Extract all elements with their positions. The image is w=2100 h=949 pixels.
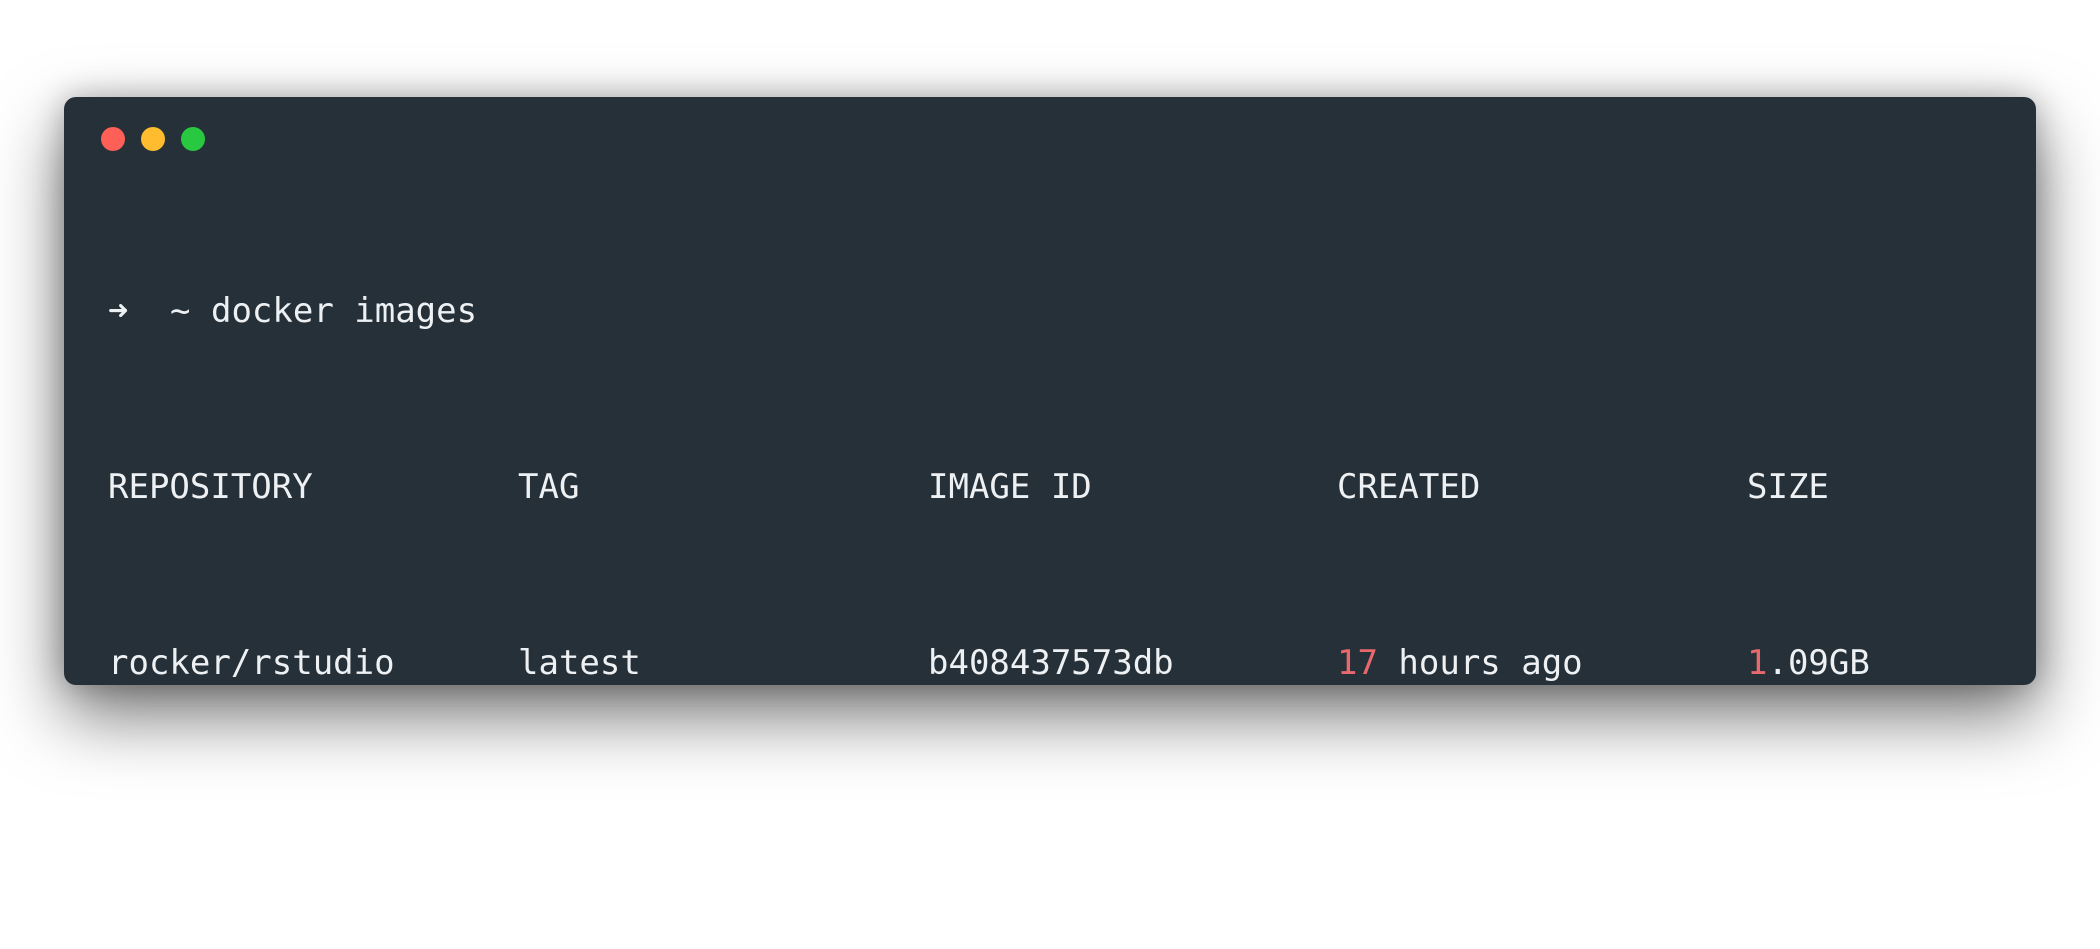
terminal-output[interactable]: ➜ ~ docker images REPOSITORY TAG IMAGE ID… (108, 201, 1992, 773)
size-number: 1 (1747, 643, 1768, 683)
cell-tag: latest (518, 643, 641, 683)
close-button[interactable] (101, 127, 125, 151)
header-repository: REPOSITORY (108, 467, 313, 507)
prompt-arrow-icon: ➜ (108, 291, 129, 331)
table-row: rocker/rstudio latest b408437573db 17 ho… (108, 641, 1992, 685)
size-rest: .09GB (1767, 643, 1870, 683)
terminal-window: ➜ ~ docker images REPOSITORY TAG IMAGE ID… (64, 97, 2036, 685)
header-tag: TAG (518, 467, 580, 507)
cell-created: 17 hours ago (1337, 641, 1583, 685)
created-unit: hours ago (1377, 643, 1583, 683)
header-image-id: IMAGE ID (928, 467, 1092, 507)
minimize-button[interactable] (141, 127, 165, 151)
window-controls (101, 127, 205, 151)
cell-repository: rocker/rstudio (108, 643, 395, 683)
prompt-cwd: ~ (170, 291, 191, 331)
cell-size: 1.09GB (1747, 641, 1870, 685)
command-text: docker images (210, 291, 478, 331)
prompt-line: ➜ ~ docker images (108, 289, 1992, 333)
header-size: SIZE (1747, 467, 1829, 507)
table-header-row: REPOSITORY TAG IMAGE ID CREATED SIZE (108, 465, 1992, 509)
header-created: CREATED (1337, 467, 1481, 507)
created-number: 17 (1337, 643, 1378, 683)
maximize-button[interactable] (181, 127, 205, 151)
cell-image-id: b408437573db (928, 643, 1174, 683)
